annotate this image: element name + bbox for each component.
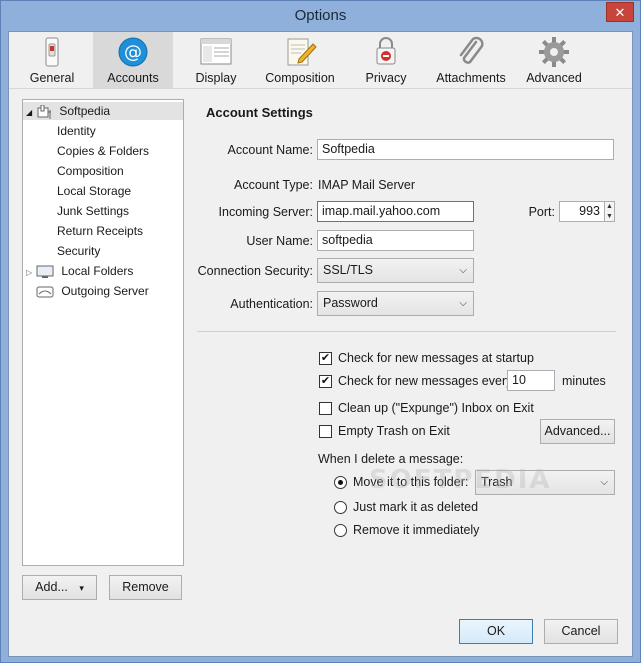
tab-composition-label: Composition: [265, 71, 335, 85]
empty-trash-label[interactable]: Empty Trash on Exit: [338, 424, 450, 438]
category-toolbar: General @ Accounts Display Composition P…: [9, 32, 632, 89]
connection-security-select[interactable]: SSL/TLS ⌵: [317, 258, 474, 283]
tree-account-label: Softpedia: [59, 104, 111, 118]
account-type-label: Account Type:: [234, 178, 313, 192]
check-interval-field[interactable]: 10: [507, 370, 555, 391]
options-window: Options ✕ General @ Accounts Display Com…: [0, 0, 641, 663]
gear-icon: [539, 37, 569, 67]
tree-item-composition[interactable]: Composition: [57, 162, 124, 180]
authentication-value: Password: [323, 296, 378, 310]
window-title: Options: [294, 7, 347, 24]
minutes-label: minutes: [562, 374, 606, 388]
tree-item-local-storage[interactable]: Local Storage: [57, 182, 131, 200]
remove-immediately-label[interactable]: Remove it immediately: [353, 523, 479, 537]
window-icon: [200, 38, 232, 65]
chevron-down-icon: ⌵: [600, 477, 608, 488]
watermark: SOFTPEDIA: [369, 465, 552, 495]
empty-trash-checkbox[interactable]: [319, 425, 332, 438]
account-name-field[interactable]: Softpedia: [317, 139, 614, 160]
close-button[interactable]: ✕: [606, 2, 634, 22]
paperclip-icon: [459, 36, 484, 64]
dialog-body: General @ Accounts Display Composition P…: [8, 31, 633, 657]
incoming-server-label: Incoming Server:: [218, 205, 313, 219]
tab-display-label: Display: [195, 71, 237, 85]
check-every-checkbox[interactable]: ✔: [319, 375, 332, 388]
tab-display[interactable]: Display: [181, 32, 251, 88]
dropdown-arrow-icon: ▾: [79, 583, 84, 593]
remove-account-button[interactable]: Remove: [109, 575, 182, 600]
tab-accounts[interactable]: @ Accounts: [93, 32, 173, 88]
switch-icon: [45, 37, 59, 67]
tree-account-softpedia[interactable]: ◢ Softpedia: [23, 102, 183, 120]
account-name-label: Account Name:: [227, 143, 313, 157]
account-tree: ◢ Softpedia Identity Copies & Folders Co…: [22, 99, 184, 566]
user-name-label: User Name:: [246, 234, 313, 248]
title-bar[interactable]: Options ✕: [1, 1, 640, 31]
svg-text:@: @: [124, 42, 142, 63]
section-title: Account Settings: [206, 105, 313, 120]
outgoing-server-icon: [36, 286, 54, 298]
advanced-button[interactable]: Advanced...: [540, 419, 615, 444]
tab-general-label: General: [29, 71, 75, 85]
ok-button[interactable]: OK: [459, 619, 533, 644]
cancel-button[interactable]: Cancel: [544, 619, 618, 644]
check-startup-label[interactable]: Check for new messages at startup: [338, 351, 534, 365]
account-type-value: IMAP Mail Server: [318, 178, 416, 192]
cleanup-label[interactable]: Clean up ("Expunge") Inbox on Exit: [338, 401, 534, 415]
tree-outgoing-server[interactable]: Outgoing Server: [36, 282, 149, 300]
tree-item-junk-settings[interactable]: Junk Settings: [57, 202, 129, 220]
tree-local-folders-label: Local Folders: [61, 264, 134, 278]
tab-accounts-label: Accounts: [107, 71, 159, 85]
chevron-down-icon: ⌵: [459, 298, 467, 309]
tree-item-identity[interactable]: Identity: [57, 122, 96, 140]
port-label: Port:: [528, 205, 555, 219]
tree-local-folders[interactable]: ▷ Local Folders: [23, 262, 133, 280]
tree-item-security[interactable]: Security: [57, 242, 100, 260]
tab-composition[interactable]: Composition: [259, 32, 341, 88]
tree-item-return-receipts[interactable]: Return Receipts: [57, 222, 143, 240]
check-startup-checkbox[interactable]: ✔: [319, 352, 332, 365]
user-name-field[interactable]: softpedia: [317, 230, 474, 251]
tree-item-copies-folders[interactable]: Copies & Folders: [57, 142, 149, 160]
authentication-select[interactable]: Password ⌵: [317, 291, 474, 316]
tab-privacy[interactable]: Privacy: [355, 32, 417, 88]
move-to-folder-radio[interactable]: [334, 476, 347, 489]
mail-account-icon: [37, 104, 51, 119]
at-sign-icon: @: [118, 37, 148, 67]
delete-message-label: When I delete a message:: [318, 452, 464, 466]
port-spinner[interactable]: ▲ ▼: [605, 201, 615, 222]
expand-arrow-icon[interactable]: ▷: [26, 264, 36, 282]
tab-attachments-label: Attachments: [436, 71, 506, 85]
collapse-arrow-icon[interactable]: ◢: [26, 104, 36, 122]
computer-icon: [36, 265, 54, 278]
pen-paper-icon: [287, 38, 317, 66]
check-every-label[interactable]: Check for new messages every: [338, 374, 512, 388]
connection-security-label: Connection Security:: [197, 264, 313, 278]
tab-general[interactable]: General: [17, 32, 87, 88]
remove-immediately-radio[interactable]: [334, 524, 347, 537]
lock-icon: [376, 37, 396, 65]
tab-advanced-label: Advanced: [526, 71, 582, 85]
chevron-down-icon: ⌵: [459, 265, 467, 276]
tab-privacy-label: Privacy: [365, 71, 407, 85]
section-divider: [197, 331, 616, 332]
just-mark-label[interactable]: Just mark it as deleted: [353, 500, 478, 514]
just-mark-radio[interactable]: [334, 501, 347, 514]
port-field[interactable]: 993: [559, 201, 605, 222]
incoming-server-field[interactable]: imap.mail.yahoo.com: [317, 201, 474, 222]
tab-advanced[interactable]: Advanced: [521, 32, 587, 88]
authentication-label: Authentication:: [230, 297, 313, 311]
tree-outgoing-label: Outgoing Server: [61, 284, 149, 298]
add-account-label: Add...: [35, 580, 68, 594]
add-account-button[interactable]: Add... ▾: [22, 575, 97, 600]
connection-security-value: SSL/TLS: [323, 263, 374, 277]
cleanup-checkbox[interactable]: [319, 402, 332, 415]
tab-attachments[interactable]: Attachments: [431, 32, 511, 88]
